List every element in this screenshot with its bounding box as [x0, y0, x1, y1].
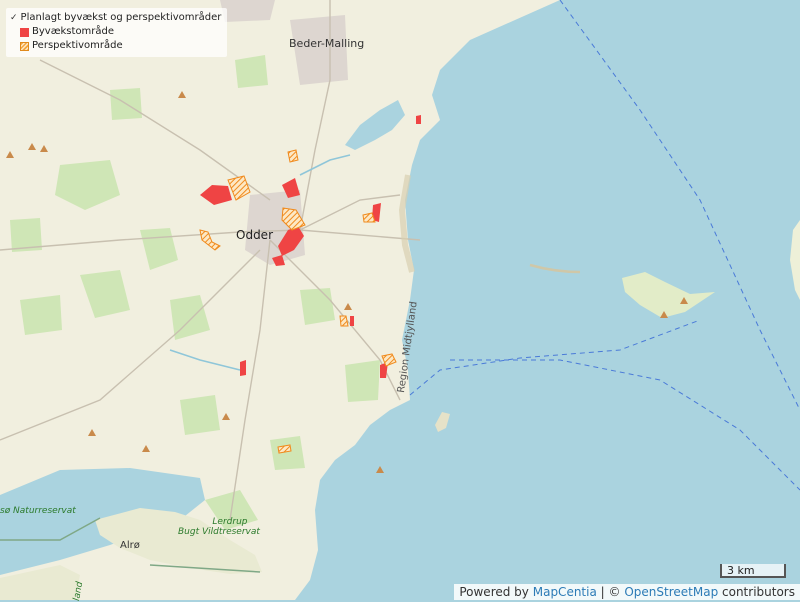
check-icon[interactable]: ✓	[10, 11, 18, 25]
legend-layer-title: Planlagt byvækst og perspektivområder	[20, 12, 222, 23]
legend-layer-row[interactable]: ✓ Planlagt byvækst og perspektivområder	[10, 11, 221, 25]
attribution: Powered by MapCentia | © OpenStreetMap c…	[454, 584, 800, 600]
lerdrup-label: Lerdrup Bugt Vildtreservat	[178, 517, 260, 537]
mapcentia-link[interactable]: MapCentia	[533, 585, 597, 599]
legend-item-growth: Byvækstområde	[10, 25, 221, 39]
red-swatch-icon	[20, 27, 29, 37]
lerdrup-line-2: Bugt Vildtreservat	[178, 527, 260, 537]
map-legend: ✓ Planlagt byvækst og perspektivområder …	[6, 8, 228, 57]
legend-item-perspective: Perspektivområde	[10, 39, 221, 53]
place-beder-malling: Beder-Malling	[289, 37, 365, 50]
hatch-swatch-icon	[20, 41, 29, 51]
legend-item-label: Perspektivområde	[32, 40, 123, 51]
scale-label: 3 km	[727, 564, 755, 577]
attribution-suffix: contributors	[722, 585, 795, 599]
place-alro: Alrø	[120, 540, 140, 551]
attribution-prefix: Powered by	[459, 585, 529, 599]
lerdrup-line-1: Lerdrup	[212, 517, 248, 527]
map-canvas[interactable]	[0, 0, 800, 600]
osm-link[interactable]: OpenStreetMap	[624, 585, 718, 599]
reserve-label: sø Naturreservat	[0, 506, 76, 516]
legend-item-label: Byvækstområde	[32, 26, 115, 37]
attribution-separator: | ©	[600, 585, 621, 599]
place-odder: Odder	[236, 228, 273, 242]
scale-bar: 3 km	[720, 564, 786, 578]
